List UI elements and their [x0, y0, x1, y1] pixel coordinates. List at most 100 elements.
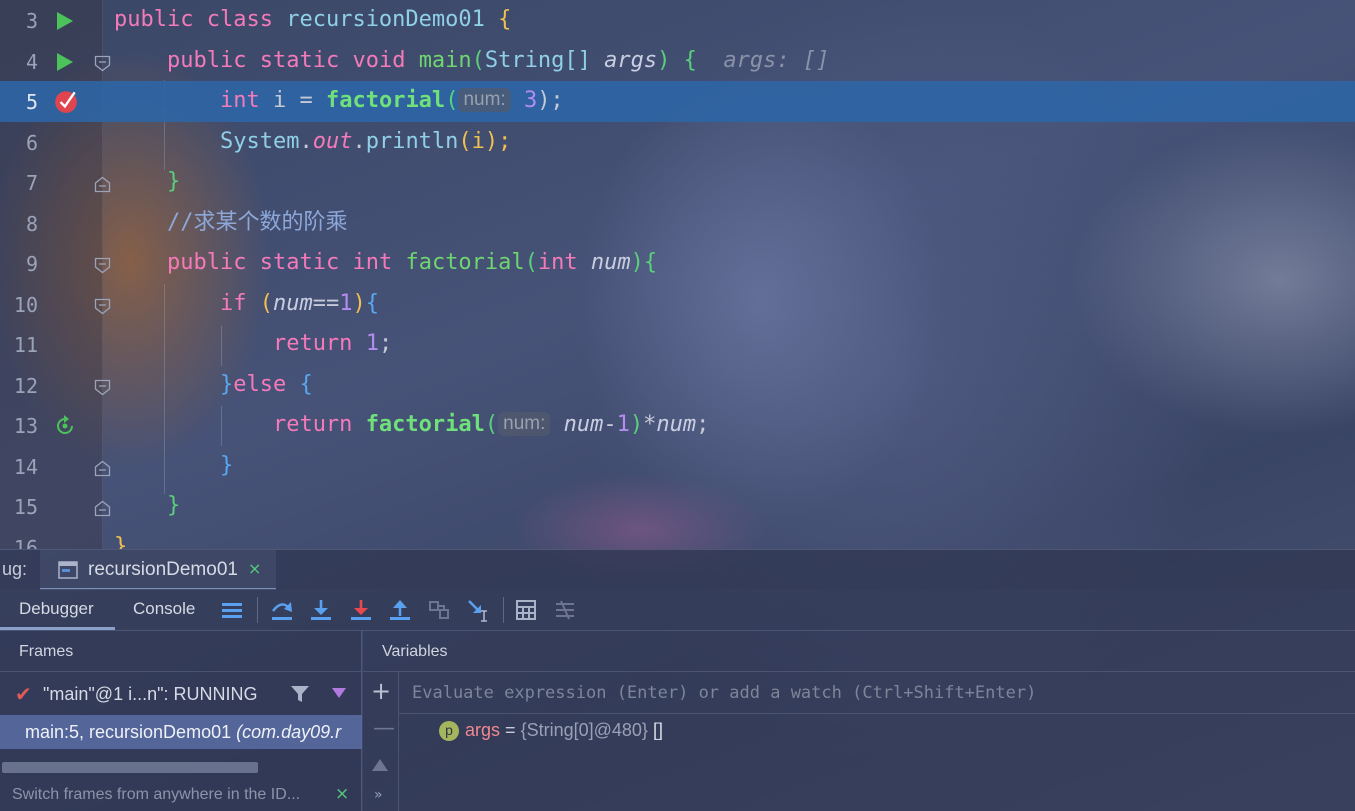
trace-stream-icon[interactable]: [553, 598, 577, 622]
line-number: 6: [25, 130, 38, 155]
move-up-icon[interactable]: [371, 758, 389, 772]
run-config-tab[interactable]: recursionDemo01 ×: [40, 550, 276, 590]
run-to-cursor-icon[interactable]: [466, 598, 490, 622]
line-number: 8: [25, 211, 38, 236]
evaluate-expression-icon[interactable]: [514, 598, 538, 622]
remove-watch-icon[interactable]: —: [373, 716, 395, 741]
evaluate-expression-input[interactable]: Evaluate expression (Enter) or add a wat…: [399, 672, 1355, 714]
debug-title-bar: ug: recursionDemo01 ×: [0, 549, 1355, 590]
line-number: 12: [13, 373, 38, 398]
debug-tool-window: ug: recursionDemo01 × Debugger Console F…: [0, 549, 1355, 811]
variables-title: Variables: [382, 643, 448, 660]
code-line[interactable]: 15 }: [0, 486, 1355, 527]
variable-entry: args = {String[0]@480} []: [465, 720, 663, 740]
code-line[interactable]: 14 }: [0, 446, 1355, 487]
code-line[interactable]: 13 return factorial(num: num-1)*num;: [0, 405, 1355, 446]
debug-label: ug:: [2, 559, 28, 579]
stack-frame-label: main:5, recursionDemo01 (com.day09.r: [25, 722, 342, 742]
variable-row[interactable]: p args = {String[0]@480} []: [399, 714, 1355, 748]
run-icon[interactable]: [54, 10, 76, 32]
thread-selector[interactable]: ✔ "main"@1 i...n": RUNNING: [0, 672, 362, 715]
code-line[interactable]: 8 //求某个数的阶乘: [0, 203, 1355, 244]
step-out-icon[interactable]: [388, 598, 412, 622]
check-icon: ✔: [15, 682, 32, 706]
code-line[interactable]: 10 if (num==1){: [0, 284, 1355, 325]
code-editor[interactable]: 3 public class recursionDemo01 { 4 publi…: [0, 0, 1355, 549]
fold-icon[interactable]: [94, 257, 111, 274]
code-line[interactable]: 16 }: [0, 527, 1355, 550]
fold-icon[interactable]: [94, 55, 111, 72]
code-text: return factorial(num: num-1)*num;: [272, 412, 710, 437]
fold-icon[interactable]: [94, 379, 111, 396]
frames-pane: Frames ✔ "main"@1 i...n": RUNNING main:5…: [0, 631, 362, 811]
current-execution-line[interactable]: 5 int i = factorial(num: 3);: [0, 81, 1355, 122]
tab-debugger[interactable]: Debugger: [19, 599, 94, 619]
line-number: 11: [13, 333, 38, 357]
code-line[interactable]: 9 public static int factorial(int num){: [0, 243, 1355, 284]
filter-icon[interactable]: [290, 684, 310, 704]
code-text: }else {: [219, 371, 313, 397]
code-text: if (num==1){: [219, 290, 379, 316]
code-text: }: [114, 533, 128, 550]
close-tab-icon[interactable]: ×: [248, 559, 261, 578]
tab-console[interactable]: Console: [133, 599, 195, 619]
run-icon[interactable]: [54, 51, 76, 73]
frames-header: Frames: [0, 631, 361, 672]
fold-end-icon[interactable]: [94, 460, 111, 477]
force-step-into-icon[interactable]: [349, 598, 373, 622]
line-number: 16: [13, 535, 38, 550]
code-line[interactable]: 7 }: [0, 162, 1355, 203]
run-config-tab-label: recursionDemo01: [88, 559, 238, 580]
active-tab-indicator: [0, 627, 115, 630]
line-number: 3: [25, 9, 38, 33]
recursive-call-icon[interactable]: [54, 415, 76, 437]
code-text: return 1;: [272, 331, 393, 356]
stack-frame-row[interactable]: main:5, recursionDemo01 (com.day09.r: [0, 715, 362, 749]
frames-title: Frames: [19, 643, 74, 660]
more-icon[interactable]: »: [374, 787, 383, 803]
code-text: }: [166, 493, 181, 518]
line-number: 14: [13, 454, 38, 479]
code-text: public static int factorial(int num){: [166, 250, 658, 275]
variables-header: Variables: [363, 631, 1355, 672]
inline-value-hint: args: []: [723, 47, 830, 73]
fold-end-icon[interactable]: [94, 500, 111, 517]
line-number: 7: [25, 171, 38, 195]
code-line[interactable]: 12 }else {: [0, 365, 1355, 406]
frames-hint: Switch frames from anywhere in the ID...…: [0, 779, 362, 811]
line-number: 13: [13, 414, 38, 438]
console-window-icon: [58, 561, 78, 579]
code-text: }: [219, 452, 234, 478]
step-into-icon[interactable]: [309, 598, 333, 622]
horizontal-scrollbar[interactable]: [2, 762, 258, 773]
line-number: 10: [13, 292, 38, 317]
line-number: 4: [25, 49, 38, 74]
code-text: //求某个数的阶乘: [166, 209, 348, 235]
toolbar-separator: [503, 597, 504, 623]
code-text: public class recursionDemo01 {: [114, 7, 512, 32]
code-line[interactable]: 4 public static void main(String[] args)…: [0, 41, 1355, 82]
variables-side-toolbar: + — »: [363, 672, 399, 811]
code-text: }: [166, 169, 181, 194]
line-number: 5: [25, 90, 38, 114]
drop-frame-icon[interactable]: [427, 598, 451, 622]
chevron-down-icon[interactable]: [331, 687, 347, 699]
close-hint-icon[interactable]: ×: [335, 784, 349, 804]
step-over-icon[interactable]: [270, 598, 294, 622]
toolbar-separator: [257, 597, 258, 623]
fold-icon[interactable]: [94, 298, 111, 315]
variables-pane: Variables + — » Evaluate expression (Ent…: [363, 631, 1355, 811]
code-text: public static void main(String[] args) {…: [166, 47, 830, 73]
code-line[interactable]: 11 return 1;: [0, 324, 1355, 365]
code-line[interactable]: 6 System.out.println(i);: [0, 122, 1355, 163]
line-number: 9: [25, 252, 38, 276]
thread-label: "main"@1 i...n": RUNNING: [43, 684, 258, 704]
breakpoint-icon[interactable]: [53, 88, 79, 114]
layout-menu-icon[interactable]: [220, 598, 244, 622]
fold-end-icon[interactable]: [94, 176, 111, 193]
code-line[interactable]: 3 public class recursionDemo01 {: [0, 0, 1355, 41]
parameter-badge-icon: p: [439, 721, 459, 741]
parameter-hint: num:: [498, 412, 551, 436]
parameter-hint: num:: [458, 88, 511, 112]
add-watch-icon[interactable]: +: [371, 677, 391, 705]
